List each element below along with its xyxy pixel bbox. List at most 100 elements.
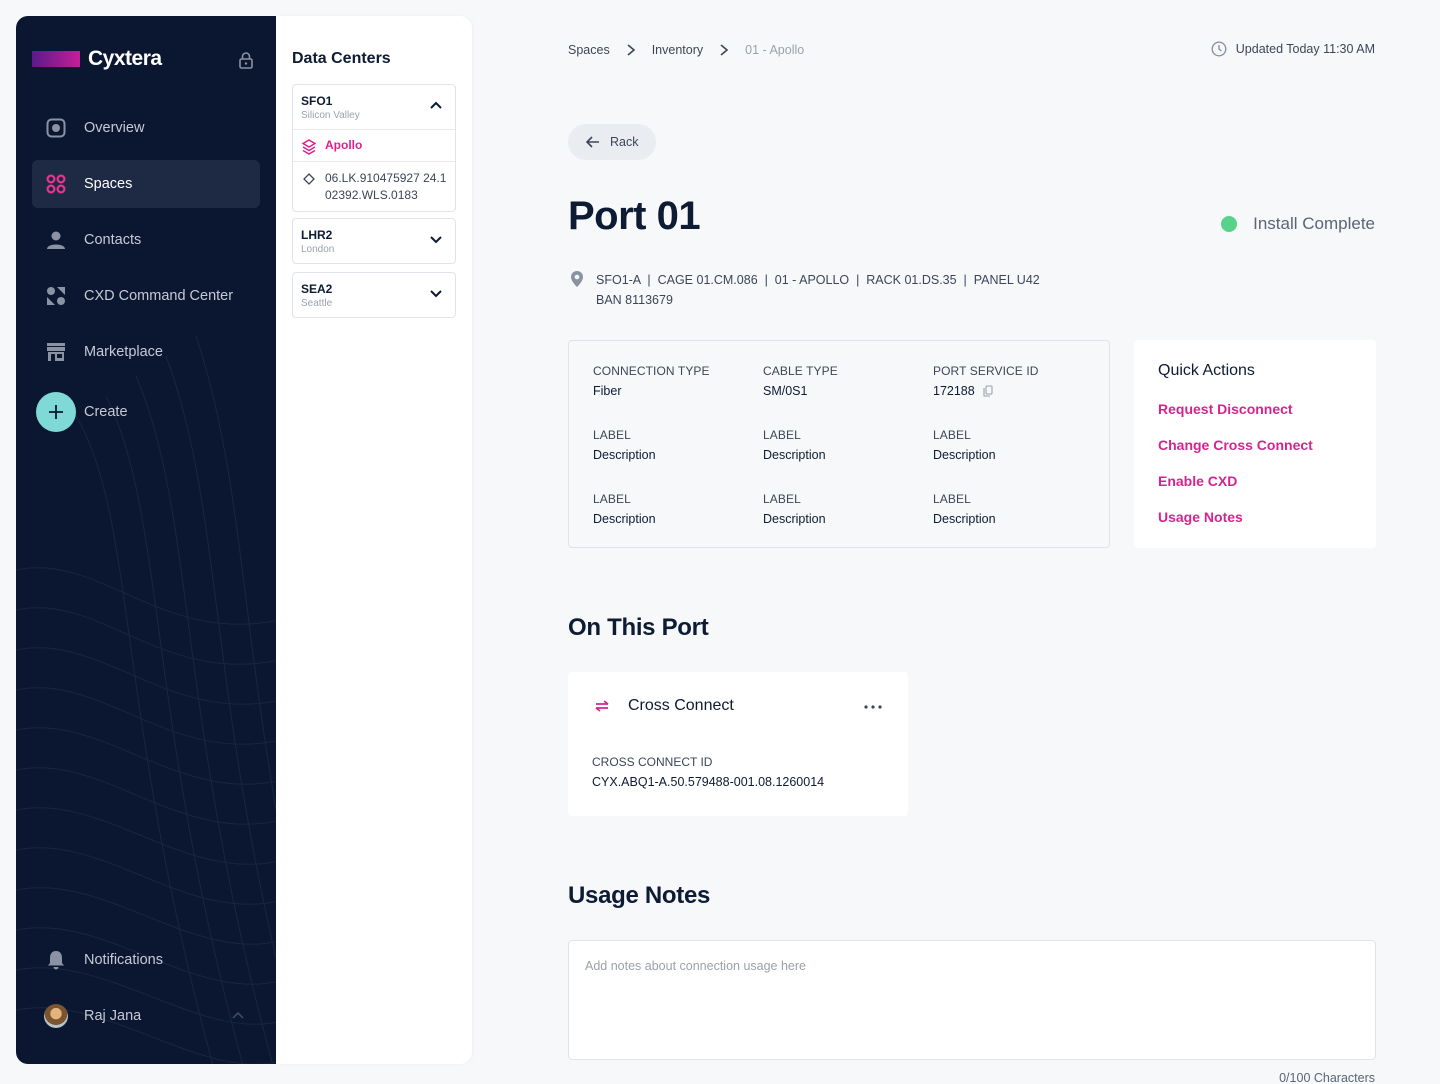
logo-mark <box>32 51 80 67</box>
detail-value: SM/0S1 <box>763 384 808 398</box>
detail-value: Description <box>593 512 656 526</box>
spaces-icon <box>44 172 68 196</box>
detail-label: CONNECTION TYPE <box>593 364 710 378</box>
breadcrumb-current: 01 - Apollo <box>745 43 805 57</box>
arrow-left-icon <box>586 136 599 148</box>
detail-label: LABEL <box>593 492 631 506</box>
detail-value: Description <box>763 448 826 462</box>
detail-label: LABEL <box>593 428 631 442</box>
back-button-label: Rack <box>610 135 639 149</box>
data-center-header-sfo1[interactable]: SFO1 Silicon Valley <box>293 85 455 129</box>
cross-connect-id-label: CROSS CONNECT ID <box>592 755 713 769</box>
chevron-up-icon[interactable] <box>429 98 443 112</box>
diamond-icon <box>293 162 325 211</box>
location-line1: SFO1-A | CAGE 01.CM.086 | 01 - APOLLO | … <box>596 273 1040 287</box>
cross-connect-card[interactable]: Cross Connect CROSS CONNECT ID CYX.ABQ1-… <box>568 672 908 816</box>
detail-label: PORT SERVICE ID <box>933 364 1039 378</box>
detail-value: 172188 <box>933 384 1039 398</box>
space-item-label: Apollo <box>325 138 363 152</box>
nav-label-spaces: Spaces <box>84 176 133 192</box>
brand-logo[interactable]: Cyxtera <box>32 44 162 74</box>
user-profile-menu[interactable]: Raj Jana <box>32 992 260 1040</box>
request-disconnect-link[interactable]: Request Disconnect <box>1158 401 1293 417</box>
space-item-lk[interactable]: 06.LK.910475927 24.1 02392.WLS.0183 <box>293 161 455 211</box>
port-service-id-value: 172188 <box>933 384 975 398</box>
on-this-port-title: On This Port <box>568 614 709 641</box>
bell-icon <box>44 948 68 972</box>
usage-notes-input[interactable] <box>568 940 1376 1060</box>
data-center-header-lhr2[interactable]: LHR2 London <box>293 219 455 263</box>
last-updated: Updated Today 11:30 AM <box>1211 41 1375 57</box>
command-center-icon <box>44 284 68 308</box>
character-counter: 0/100 Characters <box>1279 1071 1375 1084</box>
location-line2: BAN 8113679 <box>596 293 673 307</box>
detail-label: LABEL <box>933 492 971 506</box>
detail-label-item: LABEL Description <box>593 428 656 462</box>
data-center-sea2[interactable]: SEA2 Seattle <box>292 272 456 318</box>
nav-item-overview[interactable]: Overview <box>32 104 260 152</box>
data-centers-panel: Data Centers SFO1 Silicon Valley Apollo … <box>276 16 472 1064</box>
chevron-down-icon[interactable] <box>429 232 443 246</box>
create-button[interactable]: Create <box>36 392 128 432</box>
nav-label-marketplace: Marketplace <box>84 344 163 360</box>
detail-label-item: LABEL Description <box>933 428 996 462</box>
chevron-right-icon <box>627 44 635 56</box>
swap-arrows-icon <box>595 700 609 712</box>
detail-label: LABEL <box>763 492 801 506</box>
breadcrumb-inventory[interactable]: Inventory <box>652 43 703 57</box>
detail-value: Description <box>933 512 996 526</box>
detail-label: CABLE TYPE <box>763 364 838 378</box>
cross-connect-id-value: CYX.ABQ1-A.50.579488-001.08.1260014 <box>592 775 825 789</box>
space-item-label: 06.LK.910475927 24.1 02392.WLS.0183 <box>325 162 446 211</box>
more-options-icon[interactable] <box>864 705 882 709</box>
space-item-apollo[interactable]: Apollo <box>293 129 455 161</box>
nav-label-cxd-command-center: CXD Command Center <box>84 288 234 304</box>
back-button[interactable]: Rack <box>568 124 656 160</box>
lock-icon[interactable] <box>237 51 255 69</box>
space-item-label-line1: 06.LK.910475927 24.1 <box>325 171 447 185</box>
detail-label-item: LABEL Description <box>763 492 826 526</box>
detail-label-item: LABEL Description <box>933 492 996 526</box>
plus-icon <box>36 392 76 432</box>
status-badge: Install Complete <box>1221 214 1375 234</box>
nav-item-marketplace[interactable]: Marketplace <box>32 328 260 376</box>
layers-icon <box>293 130 325 161</box>
detail-value: Fiber <box>593 384 622 398</box>
detail-value: Description <box>933 448 996 462</box>
location-text: SFO1-A | CAGE 01.CM.086 | 01 - APOLLO | … <box>596 270 1040 310</box>
change-cross-connect-link[interactable]: Change Cross Connect <box>1158 437 1313 453</box>
data-centers-title: Data Centers <box>292 50 391 67</box>
contact-icon <box>44 228 68 252</box>
status-label: Install Complete <box>1253 214 1375 233</box>
data-center-header-sea2[interactable]: SEA2 Seattle <box>293 273 455 317</box>
breadcrumb: Spaces Inventory 01 - Apollo <box>568 43 804 57</box>
nav-item-cxd-command-center[interactable]: CXD Command Center <box>32 272 260 320</box>
detail-value: Description <box>763 512 826 526</box>
detail-value: Description <box>593 448 656 462</box>
space-item-label-line2: 02392.WLS.0183 <box>325 188 418 202</box>
nav-item-notifications[interactable]: Notifications <box>32 936 260 984</box>
brand-name: Cyxtera <box>88 47 162 70</box>
avatar <box>44 1004 68 1028</box>
sidebar: Cyxtera Overview Spaces Contacts CXD Com… <box>16 16 276 1064</box>
usage-notes-link[interactable]: Usage Notes <box>1158 509 1243 525</box>
data-center-sfo1: SFO1 Silicon Valley Apollo 06.LK.9104759… <box>292 84 456 212</box>
page-title: Port 01 <box>568 194 701 238</box>
detail-label: LABEL <box>763 428 801 442</box>
chevron-down-icon[interactable] <box>429 286 443 300</box>
breadcrumb-spaces[interactable]: Spaces <box>568 43 610 57</box>
port-location: SFO1-A | CAGE 01.CM.086 | 01 - APOLLO | … <box>570 270 1040 310</box>
port-details-card: CONNECTION TYPE Fiber CABLE TYPE SM/0S1 … <box>568 340 1110 548</box>
enable-cxd-link[interactable]: Enable CXD <box>1158 473 1237 489</box>
quick-actions-card: Quick Actions Request Disconnect Change … <box>1134 340 1376 548</box>
nav-item-contacts[interactable]: Contacts <box>32 216 260 264</box>
data-center-lhr2[interactable]: LHR2 London <box>292 218 456 264</box>
location-pin-icon <box>571 271 583 287</box>
nav-item-spaces[interactable]: Spaces <box>32 160 260 208</box>
copy-icon[interactable] <box>983 385 993 397</box>
chevron-up-icon <box>232 1011 244 1019</box>
notifications-label: Notifications <box>84 952 163 968</box>
detail-label: LABEL <box>933 428 971 442</box>
nav-label-contacts: Contacts <box>84 232 142 248</box>
last-updated-text: Updated Today 11:30 AM <box>1235 42 1375 56</box>
